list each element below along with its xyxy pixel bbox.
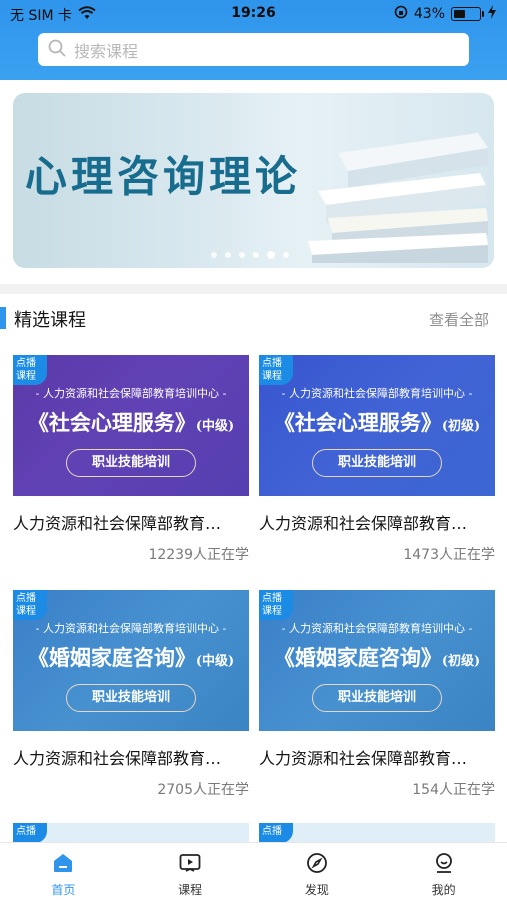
course-card-peek[interactable]: 点播 [259, 823, 495, 843]
view-all-link[interactable]: 查看全部 [429, 309, 489, 330]
learner-count: 12239人正在学 [148, 547, 249, 563]
course-thumbnail[interactable]: 点播 课程 - 人力资源和社会保障部教育培训中心 - 《社会心理服务》(初级) 职… [259, 355, 495, 496]
learner-count: 2705人正在学 [157, 782, 249, 798]
battery-percent: 43% [413, 6, 445, 22]
course-title[interactable]: 人力资源和社会保障部教育… [13, 510, 249, 534]
orientation-lock-icon [394, 5, 408, 23]
tab-label: 课程 [178, 883, 203, 897]
carousel-dot[interactable] [283, 252, 289, 258]
bottom-tab-bar: 首页 课程 发现 我的 [0, 842, 507, 900]
thumbnail-tag: 职业技能培训 [66, 449, 196, 477]
course-thumbnail[interactable]: 点播 课程 - 人力资源和社会保障部教育培训中心 - 《婚姻家庭咨询》(初级) 职… [259, 590, 495, 731]
tab-label: 我的 [431, 883, 456, 897]
learner-count: 1473人正在学 [403, 547, 495, 563]
tab-courses[interactable]: 课程 [127, 843, 254, 900]
section-title: 精选课程 [14, 310, 86, 331]
app-screen: 无 SIM 卡 19:26 43% 搜索课程 心理咨询理论 精选课程 查看全部 … [0, 0, 507, 900]
section-accent-bar [0, 307, 6, 329]
section-divider [0, 284, 507, 294]
tab-profile[interactable]: 我的 [380, 843, 507, 900]
thumbnail-org: - 人力资源和社会保障部教育培训中心 - [281, 622, 473, 635]
carousel-dot[interactable] [239, 252, 245, 258]
battery-icon [451, 7, 484, 21]
home-icon [51, 851, 75, 878]
on-demand-badge: 点播 课程 [13, 590, 47, 620]
tab-discover[interactable]: 发现 [254, 843, 381, 900]
books-illustration [308, 133, 488, 263]
thumbnail-course-name: 《婚姻家庭咨询》(中级) [27, 645, 235, 670]
course-thumbnail[interactable]: 点播 课程 - 人力资源和社会保障部教育培训中心 - 《婚姻家庭咨询》(中级) 职… [13, 590, 249, 731]
header: 无 SIM 卡 19:26 43% 搜索课程 [0, 0, 507, 80]
on-demand-badge: 点播 课程 [259, 355, 293, 385]
on-demand-badge: 点播 [259, 823, 293, 843]
thumbnail-tag: 职业技能培训 [66, 684, 196, 712]
charging-icon [487, 5, 497, 23]
course-card-peek[interactable]: 点播 [13, 823, 249, 843]
on-demand-badge: 点播 [13, 823, 47, 843]
thumbnail-course-name: 《社会心理服务》(初级) [273, 410, 481, 435]
thumbnail-org: - 人力资源和社会保障部教育培训中心 - [281, 387, 473, 400]
tab-label: 首页 [51, 883, 76, 897]
carousel-indicator [211, 251, 289, 259]
search-input[interactable]: 搜索课程 [38, 33, 469, 66]
thumbnail-course-name: 《婚姻家庭咨询》(初级) [273, 645, 481, 670]
thumbnail-tag: 职业技能培训 [312, 684, 442, 712]
course-thumbnail[interactable]: 点播 课程 - 人力资源和社会保障部教育培训中心 - 《社会心理服务》(中级) 职… [13, 355, 249, 496]
course-title[interactable]: 人力资源和社会保障部教育… [259, 510, 495, 534]
course-card[interactable]: 点播 课程 - 人力资源和社会保障部教育培训中心 - 《婚姻家庭咨询》(初级) 职… [259, 590, 495, 799]
learner-count: 154人正在学 [412, 782, 495, 798]
thumbnail-org: - 人力资源和社会保障部教育培训中心 - [35, 387, 227, 400]
carousel-dot-active[interactable] [267, 251, 275, 259]
carousel-dot[interactable] [253, 252, 259, 258]
thumbnail-org: - 人力资源和社会保障部教育培训中心 - [35, 622, 227, 635]
compass-icon [305, 851, 329, 878]
status-right: 43% [394, 5, 497, 23]
carousel-dot[interactable] [211, 252, 217, 258]
promo-banner[interactable]: 心理咨询理论 [13, 93, 494, 268]
course-title[interactable]: 人力资源和社会保障部教育… [259, 745, 495, 769]
course-card[interactable]: 点播 课程 - 人力资源和社会保障部教育培训中心 - 《社会心理服务》(中级) 职… [13, 355, 249, 564]
course-title[interactable]: 人力资源和社会保障部教育… [13, 745, 249, 769]
user-icon [432, 851, 456, 878]
tab-home[interactable]: 首页 [0, 843, 127, 900]
on-demand-badge: 点播 课程 [259, 590, 293, 620]
course-card[interactable]: 点播 课程 - 人力资源和社会保障部教育培训中心 - 《婚姻家庭咨询》(中级) 职… [13, 590, 249, 799]
search-icon [48, 39, 66, 61]
search-placeholder: 搜索课程 [74, 41, 139, 61]
featured-courses-header: 精选课程 查看全部 [0, 303, 507, 335]
tab-label: 发现 [304, 883, 329, 897]
thumbnail-tag: 职业技能培训 [312, 449, 442, 477]
course-card[interactable]: 点播 课程 - 人力资源和社会保障部教育培训中心 - 《社会心理服务》(初级) 职… [259, 355, 495, 564]
status-bar: 无 SIM 卡 19:26 43% [0, 0, 507, 28]
banner-title: 心理咨询理论 [25, 152, 302, 201]
play-video-icon [178, 851, 202, 878]
carousel-dot[interactable] [225, 252, 231, 258]
on-demand-badge: 点播 课程 [13, 355, 47, 385]
thumbnail-course-name: 《社会心理服务》(中级) [27, 410, 235, 435]
